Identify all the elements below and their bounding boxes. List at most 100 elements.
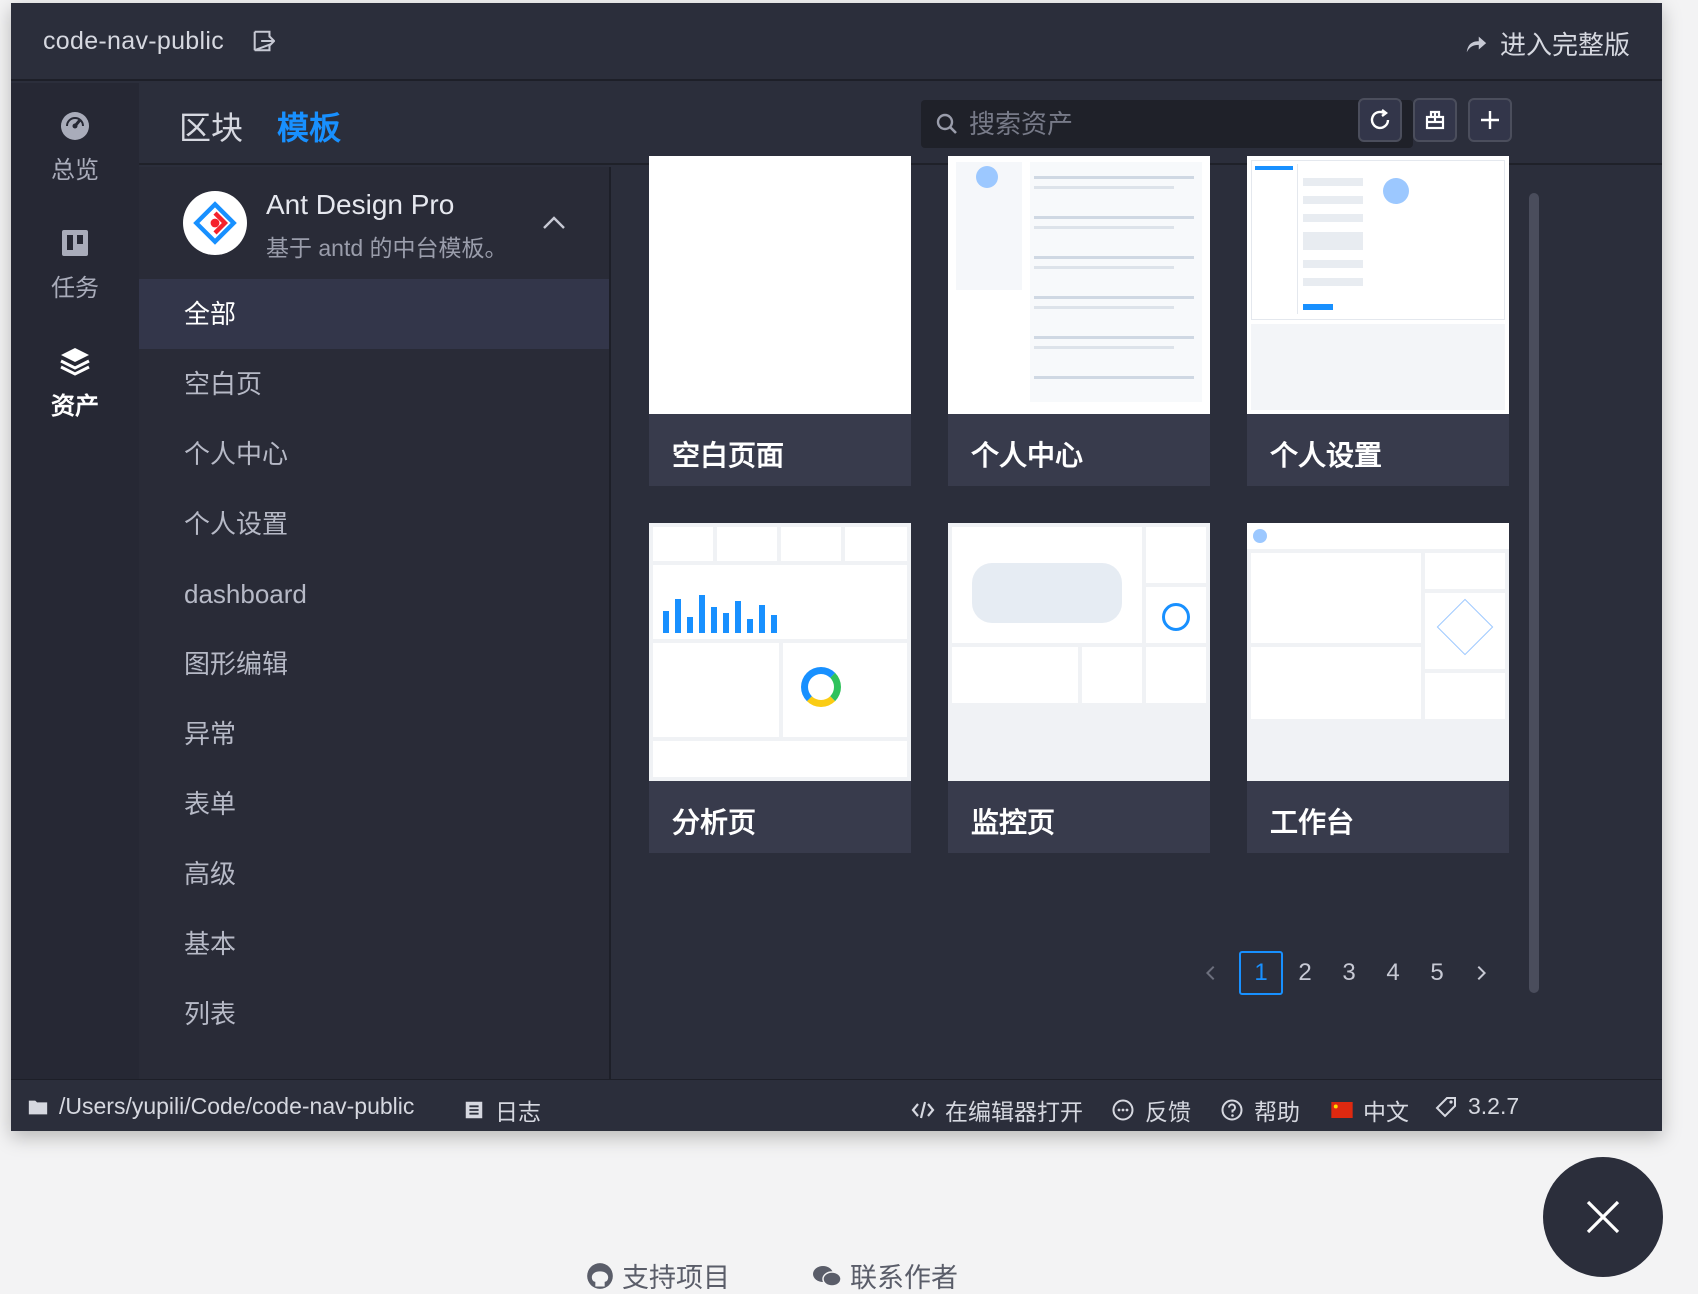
rail-tasks-label: 任务 [51, 274, 99, 302]
log-icon [465, 1101, 483, 1119]
template-label: 监控页 [971, 807, 1056, 838]
language-label: 中文 [1363, 1099, 1409, 1125]
category-item[interactable]: 个人中心 [139, 419, 609, 489]
page-button[interactable]: 5 [1415, 951, 1459, 995]
feedback-label: 反馈 [1145, 1099, 1191, 1125]
support-project-label: 支持项目 [622, 1263, 730, 1293]
search-box[interactable] [921, 100, 1413, 148]
tab-blocks[interactable]: 区块 [179, 103, 243, 167]
page-button[interactable]: 2 [1283, 951, 1327, 995]
category-item[interactable]: dashboard [139, 559, 609, 629]
category-item[interactable]: 异常 [139, 699, 609, 769]
log-label: 日志 [495, 1099, 541, 1125]
page-button[interactable]: 1 [1239, 951, 1283, 995]
category-item[interactable]: 高级 [139, 839, 609, 909]
library-description: 基于 antd 的中台模板。 [266, 235, 508, 261]
log-button[interactable]: 日志 [463, 1093, 541, 1127]
close-button[interactable] [1543, 1157, 1663, 1277]
full-version-button[interactable]: 进入完整版 [1464, 25, 1630, 62]
material-source-button[interactable] [1413, 98, 1457, 142]
category-panel: Ant Design Pro 基于 antd 的中台模板。 全部 空白页 个人中… [139, 167, 611, 1079]
layers-icon [60, 347, 90, 376]
chevron-right-icon [1477, 965, 1487, 981]
scrollbar-thumb[interactable] [1529, 193, 1539, 993]
tab-templates[interactable]: 模板 [277, 103, 342, 171]
template-thumbnail [1247, 156, 1509, 414]
open-in-editor-label: 在编辑器打开 [945, 1099, 1083, 1125]
template-card-analysis[interactable]: 分析页 [649, 523, 911, 853]
template-thumbnail [649, 156, 911, 414]
version-badge[interactable]: 3.2.7 [1434, 1093, 1519, 1120]
help-button[interactable]: 帮助 [1220, 1093, 1300, 1127]
contact-author-label: 联系作者 [850, 1263, 958, 1293]
prev-page-button[interactable] [1189, 951, 1233, 995]
category-item[interactable]: 图形编辑 [139, 629, 609, 699]
template-card-settings[interactable]: 个人设置 [1247, 156, 1509, 486]
tag-icon [1435, 1096, 1456, 1117]
wechat-icon [813, 1265, 842, 1287]
template-card-profile[interactable]: 个人中心 [948, 156, 1210, 486]
share-arrow-icon [1466, 36, 1487, 52]
page-button[interactable]: 3 [1327, 951, 1371, 995]
chevron-left-icon [1205, 965, 1215, 981]
template-thumbnail [649, 523, 911, 781]
rail-overview[interactable]: 总览 [11, 91, 139, 201]
template-label: 个人中心 [971, 440, 1084, 471]
category-item[interactable]: 表单 [139, 769, 609, 839]
asset-tabs: 区块 模板 [139, 83, 1662, 171]
language-switch[interactable]: 中文 [1331, 1093, 1409, 1127]
rail-assets-label: 资产 [51, 392, 99, 420]
template-grid: 空白页面 个人中心 个人设置 分析页 监控页 工作台 [649, 156, 1529, 876]
full-version-label: 进入完整版 [1499, 30, 1630, 60]
version-label: 3.2.7 [1468, 1093, 1520, 1119]
project-path[interactable]: /Users/yupili/Code/code-nav-public [27, 1093, 414, 1120]
main-area: 区块 模板 Ant Design Pro 基于 [139, 83, 1662, 1079]
app-window: code-nav-public 进入完整版 总览 任务 资产 区块 模板 搜索资… [11, 3, 1662, 1131]
page-button[interactable]: 4 [1371, 951, 1415, 995]
rail-assets[interactable]: 资产 [11, 327, 139, 437]
china-flag-icon [1331, 1102, 1353, 1118]
refresh-icon [1370, 109, 1390, 130]
next-page-button[interactable] [1459, 951, 1503, 995]
category-item[interactable]: 列表 [139, 979, 609, 1049]
search-input[interactable] [969, 108, 1389, 140]
rail-overview-label: 总览 [51, 156, 99, 184]
help-label: 帮助 [1254, 1099, 1300, 1125]
chevron-up-icon[interactable] [541, 213, 567, 231]
pagination: 1 2 3 4 5 [1189, 951, 1503, 995]
template-card-blank[interactable]: 空白页面 [649, 156, 911, 486]
project-path-label: /Users/yupili/Code/code-nav-public [59, 1093, 415, 1119]
template-label: 分析页 [672, 807, 757, 838]
category-item[interactable]: 基本 [139, 909, 609, 979]
library-header[interactable]: Ant Design Pro 基于 antd 的中台模板。 [139, 167, 609, 279]
trello-board-icon [62, 229, 88, 256]
category-item[interactable]: 全部 [139, 279, 609, 349]
project-title: code-nav-public [43, 27, 224, 55]
rail-tasks[interactable]: 任务 [11, 209, 139, 319]
code-icon [911, 1101, 935, 1119]
category-item[interactable]: 个人设置 [139, 489, 609, 559]
library-name: Ant Design Pro [266, 189, 455, 220]
plus-icon [1481, 111, 1499, 129]
category-list: 全部 空白页 个人中心 个人设置 dashboard 图形编辑 异常 表单 高级… [139, 279, 609, 1049]
database-icon [1425, 110, 1445, 130]
close-icon [1586, 1200, 1620, 1234]
refresh-button[interactable] [1358, 98, 1402, 142]
template-card-monitor[interactable]: 监控页 [948, 523, 1210, 853]
ant-design-logo [183, 191, 247, 255]
template-thumbnail [948, 523, 1210, 781]
title-bar: code-nav-public 进入完整版 [11, 3, 1662, 81]
question-icon [1221, 1099, 1243, 1121]
support-project-link[interactable]: 支持项目 [586, 1256, 730, 1294]
search-icon [936, 113, 957, 134]
side-rail: 总览 任务 资产 [11, 83, 139, 1079]
open-project-icon[interactable] [251, 29, 277, 55]
message-icon [1112, 1099, 1134, 1121]
template-thumbnail [948, 156, 1210, 414]
template-card-workplace[interactable]: 工作台 [1247, 523, 1509, 853]
category-item[interactable]: 空白页 [139, 349, 609, 419]
open-in-editor-button[interactable]: 在编辑器打开 [911, 1093, 1083, 1127]
add-button[interactable] [1468, 98, 1512, 142]
contact-author-link[interactable]: 联系作者 [812, 1256, 958, 1294]
feedback-button[interactable]: 反馈 [1111, 1093, 1191, 1127]
